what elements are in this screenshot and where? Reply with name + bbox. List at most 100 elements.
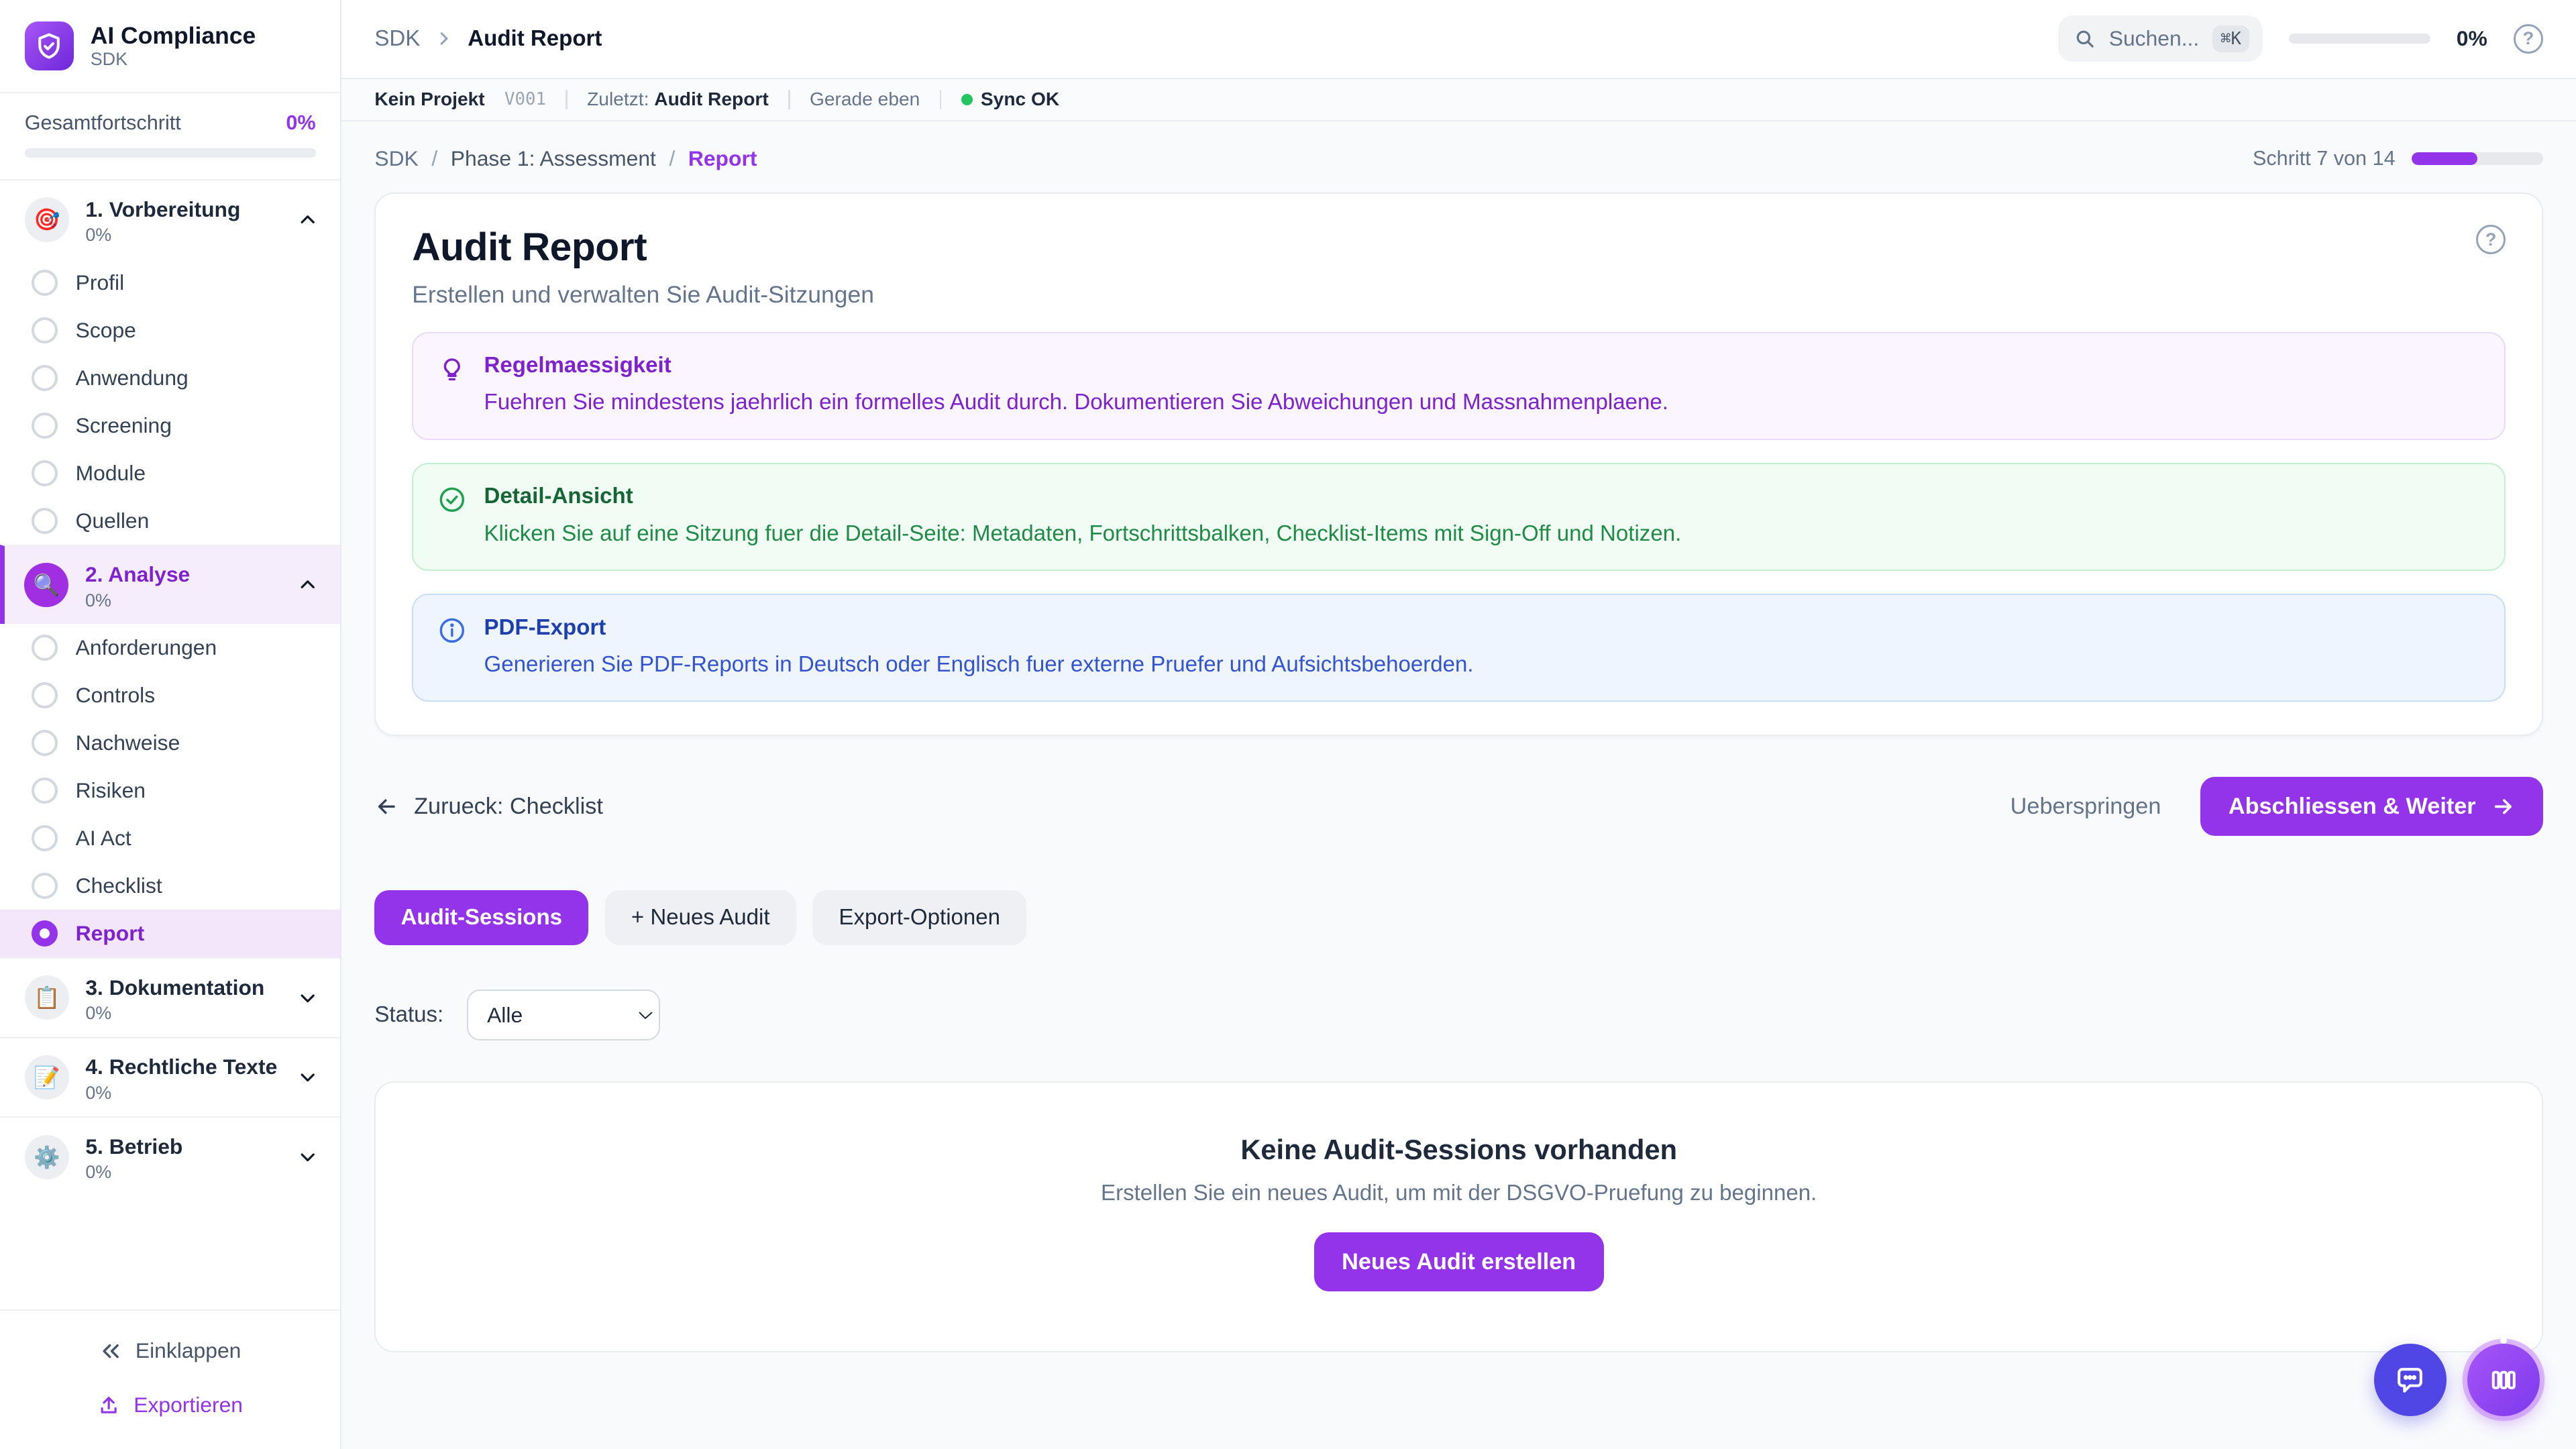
overall-progress-value: 0% <box>286 111 315 135</box>
breadcrumb-root[interactable]: SDK <box>374 26 420 52</box>
kanban-fab-button[interactable] <box>2467 1344 2540 1416</box>
search-icon <box>2074 28 2096 50</box>
empty-state-card: Keine Audit-Sessions vorhanden Erstellen… <box>374 1081 2543 1352</box>
search-input[interactable]: Suchen... ⌘K <box>2058 15 2263 62</box>
sidebar-item-report[interactable]: Report <box>0 910 340 957</box>
chevron-up-icon <box>298 210 317 229</box>
help-icon[interactable]: ? <box>2514 24 2543 54</box>
item-radio-icon <box>32 777 58 804</box>
sidebar: AI Compliance SDK Gesamtfortschritt 0% 🎯… <box>0 0 341 1449</box>
sidebar-item-nachweise[interactable]: Nachweise <box>0 719 340 767</box>
item-radio-icon <box>32 413 58 439</box>
overall-progress: Gesamtfortschritt 0% <box>0 93 340 180</box>
tab-bar: Audit-Sessions + Neues Audit Export-Opti… <box>374 890 2543 945</box>
step-indicator: Schritt 7 von 14 <box>2253 147 2543 170</box>
sidebar-section-rechtliche-texte[interactable]: 📝 4. Rechtliche Texte 0% <box>0 1037 340 1117</box>
chevron-right-icon <box>435 30 453 48</box>
item-radio-selected-icon <box>32 920 58 947</box>
memo-icon: 📝 <box>25 1055 69 1099</box>
chevron-down-icon <box>298 1067 317 1087</box>
finish-next-button[interactable]: Abschliessen & Weiter <box>2200 777 2543 836</box>
skip-button[interactable]: Ueberspringen <box>2010 794 2161 820</box>
item-radio-icon <box>32 508 58 534</box>
sidebar-nav: 🎯 1. Vorbereitung 0% Profil Scope Anwend… <box>0 180 340 1309</box>
phase-breadcrumb-root[interactable]: SDK <box>374 146 418 171</box>
tab-neues-audit[interactable]: + Neues Audit <box>605 890 796 945</box>
app-logo <box>25 21 74 70</box>
target-icon: 🎯 <box>25 197 69 241</box>
sidebar-header: AI Compliance SDK <box>0 0 340 93</box>
section-label: 1. Vorbereitung <box>85 197 240 221</box>
last-saved-time: Gerade eben <box>810 89 920 110</box>
project-name: Kein Projekt <box>374 89 484 110</box>
app-identity: AI Compliance SDK <box>91 22 256 70</box>
sidebar-item-ai-act[interactable]: AI Act <box>0 814 340 862</box>
sidebar-item-risiken[interactable]: Risiken <box>0 767 340 814</box>
sidebar-item-anwendung[interactable]: Anwendung <box>0 354 340 402</box>
card-help-icon[interactable]: ? <box>2476 225 2506 254</box>
info-box-title: Regelmaessigkeit <box>484 353 1668 378</box>
divider <box>940 90 941 109</box>
step-progress-bar <box>2412 152 2543 166</box>
breadcrumb-current: Audit Report <box>468 26 602 52</box>
search-shortcut-badge: ⌘K <box>2212 25 2249 52</box>
item-radio-icon <box>32 635 58 661</box>
back-button[interactable]: Zurueck: Checklist <box>374 794 603 820</box>
floating-buttons <box>2374 1344 2540 1416</box>
sidebar-footer: Einklappen Exportieren <box>0 1309 340 1449</box>
fab-notch <box>2500 1338 2507 1344</box>
page-title: Audit Report <box>412 225 647 270</box>
sidebar-section-vorbereitung[interactable]: 🎯 1. Vorbereitung 0% <box>0 180 340 259</box>
sync-status-dot <box>961 94 973 105</box>
chevron-down-icon <box>298 988 317 1008</box>
page-content: SDK / Phase 1: Assessment / Report Schri… <box>341 121 2576 1449</box>
breadcrumb: SDK Audit Report <box>374 26 602 52</box>
status-filter-label: Status: <box>374 1002 443 1028</box>
sidebar-section-dokumentation[interactable]: 📋 3. Dokumentation 0% <box>0 957 340 1037</box>
item-radio-icon <box>32 270 58 296</box>
topbar: SDK Audit Report Suchen... ⌘K 0% ? <box>341 0 2576 79</box>
sidebar-item-module[interactable]: Module <box>0 449 340 497</box>
info-box-title: Detail-Ansicht <box>484 484 1682 509</box>
create-audit-button[interactable]: Neues Audit erstellen <box>1314 1232 1604 1291</box>
double-chevron-left-icon <box>99 1340 122 1362</box>
sidebar-item-anforderungen[interactable]: Anforderungen <box>0 624 340 672</box>
sidebar-item-controls[interactable]: Controls <box>0 672 340 719</box>
info-box-body: Fuehren Sie mindestens jaehrlich ein for… <box>484 386 1668 419</box>
app-window: AI Compliance SDK Gesamtfortschritt 0% 🎯… <box>0 0 2576 1449</box>
divider <box>566 90 567 109</box>
item-radio-icon <box>32 460 58 486</box>
item-radio-icon <box>32 873 58 899</box>
info-box-regelmaessigkeit: Regelmaessigkeit Fuehren Sie mindestens … <box>412 332 2506 440</box>
overall-progress-bar <box>25 148 316 158</box>
export-button[interactable]: Exportieren <box>16 1381 323 1429</box>
chevron-down-icon <box>298 1147 317 1167</box>
empty-state-subtitle: Erstellen Sie ein neues Audit, um mit de… <box>409 1181 2509 1206</box>
shield-check-icon <box>34 32 64 61</box>
phase-breadcrumb-phase[interactable]: Phase 1: Assessment <box>451 146 656 171</box>
tab-audit-sessions[interactable]: Audit-Sessions <box>374 890 588 945</box>
divider <box>788 90 790 109</box>
status-filter-row: Status: Alle <box>374 989 2543 1040</box>
status-filter-select[interactable]: Alle <box>467 989 661 1040</box>
chat-icon <box>2394 1364 2426 1397</box>
clipboard-icon: 📋 <box>25 975 69 1020</box>
chat-fab-button[interactable] <box>2374 1344 2447 1416</box>
app-subtitle: SDK <box>91 49 256 70</box>
app-title: AI Compliance <box>91 22 256 50</box>
sidebar-section-analyse[interactable]: 🔍 2. Analyse 0% <box>0 545 340 625</box>
tab-export-optionen[interactable]: Export-Optionen <box>812 890 1026 945</box>
collapse-sidebar-button[interactable]: Einklappen <box>16 1327 323 1375</box>
columns-icon <box>2488 1364 2520 1396</box>
topbar-progress-value: 0% <box>2457 26 2487 51</box>
phase-breadcrumb-current: Report <box>688 146 757 171</box>
upload-icon <box>97 1394 120 1417</box>
sidebar-item-scope[interactable]: Scope <box>0 307 340 354</box>
sidebar-item-quellen[interactable]: Quellen <box>0 497 340 545</box>
main-area: SDK Audit Report Suchen... ⌘K 0% ? Kein … <box>341 0 2576 1449</box>
sidebar-section-betrieb[interactable]: ⚙️ 5. Betrieb 0% <box>0 1116 340 1196</box>
sidebar-item-profil[interactable]: Profil <box>0 259 340 307</box>
sidebar-item-checklist[interactable]: Checklist <box>0 862 340 910</box>
sidebar-item-screening[interactable]: Screening <box>0 402 340 449</box>
search-placeholder: Suchen... <box>2109 26 2199 51</box>
